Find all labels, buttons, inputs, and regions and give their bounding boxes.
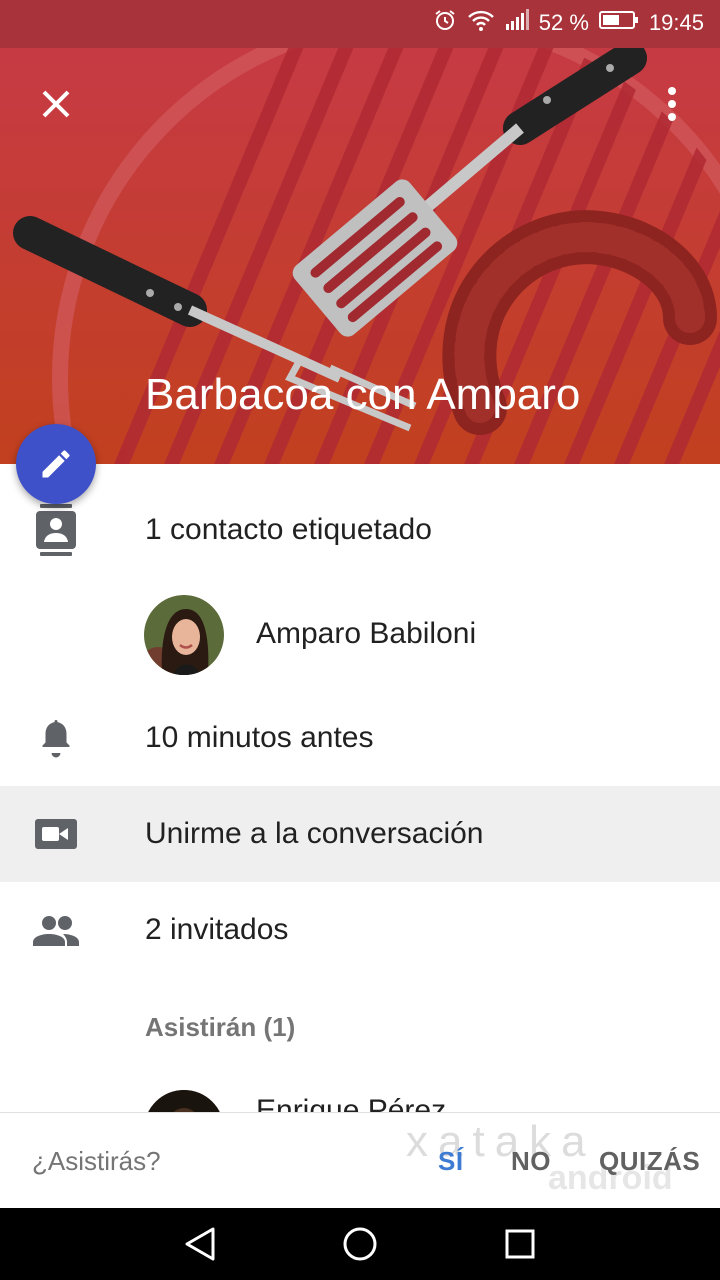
rsvp-no-button[interactable]: NO <box>511 1113 551 1209</box>
avatar <box>144 595 224 675</box>
recents-button[interactable] <box>496 1220 544 1268</box>
wifi-icon <box>467 8 495 38</box>
contacts-row: 1 contacto etiquetado <box>0 482 720 578</box>
close-button[interactable] <box>28 76 84 132</box>
navigation-bar <box>0 1208 720 1280</box>
guests-row[interactable]: 2 invitados <box>0 882 720 978</box>
edit-event-button[interactable] <box>16 424 96 504</box>
rsvp-question: ¿Asistirás? <box>32 1146 161 1176</box>
reminder-row[interactable]: 10 minutos antes <box>0 690 720 786</box>
home-button[interactable] <box>336 1220 384 1268</box>
event-header: Barbacoa con Amparo <box>0 48 720 464</box>
pencil-icon <box>42 450 70 478</box>
guests-count-label: 2 invitados <box>145 913 289 946</box>
contacts-icon <box>30 504 82 556</box>
signal-icon <box>505 9 529 37</box>
bell-icon <box>30 714 82 762</box>
rsvp-yes-button[interactable]: SÍ <box>438 1113 464 1209</box>
watermark-line1: xataka <box>406 1117 596 1166</box>
people-icon <box>30 906 82 954</box>
rsvp-maybe-button[interactable]: QUIZÁS <box>599 1113 700 1209</box>
clock: 19:45 <box>648 10 704 35</box>
attending-header: Asistirán (1) <box>145 1012 296 1042</box>
battery-icon <box>598 10 639 36</box>
home-circle-icon <box>343 1227 377 1261</box>
more-options-button[interactable] <box>644 76 700 132</box>
tagged-contacts-label: 1 contacto etiquetado <box>145 513 432 546</box>
contact-name: Amparo Babiloni <box>256 617 477 650</box>
back-button[interactable] <box>176 1220 224 1268</box>
back-triangle-icon <box>185 1227 215 1261</box>
rsvp-bar: xataka android ¿Asistirás? SÍ NO QUIZÁS <box>0 1112 720 1209</box>
battery-level: 52 % <box>538 10 589 35</box>
more-vert-icon <box>668 87 676 121</box>
join-conversation-label: Unirme a la conversación <box>145 817 484 850</box>
close-icon <box>42 90 70 118</box>
videocam-icon <box>30 810 82 858</box>
event-title: Barbacoa con Amparo <box>145 370 581 419</box>
recents-square-icon <box>505 1229 535 1259</box>
reminder-label: 10 minutos antes <box>145 721 374 754</box>
status-bar: 52 % 19:45 <box>0 0 720 48</box>
join-conversation-row[interactable]: Unirme a la conversación <box>0 786 720 882</box>
alarm-icon <box>433 8 457 38</box>
